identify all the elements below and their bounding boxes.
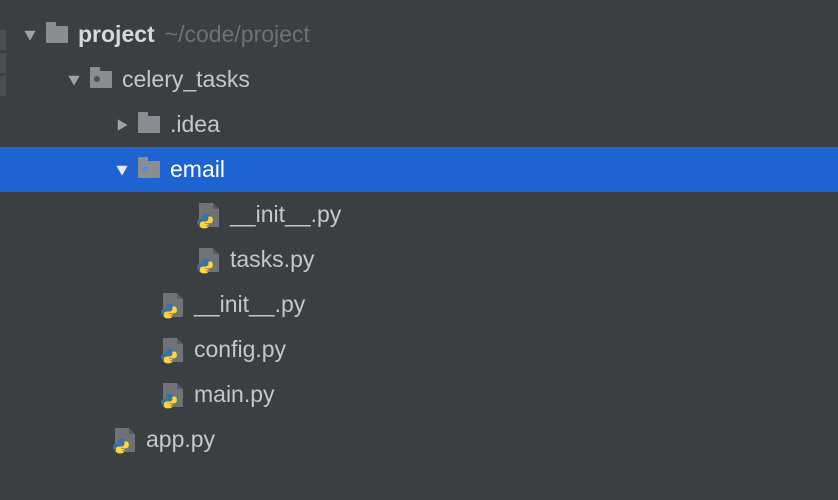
- python-file-icon: [194, 203, 224, 227]
- tree-item-app[interactable]: app.py: [0, 417, 838, 462]
- tree-item-email-tasks[interactable]: tasks.py: [0, 237, 838, 282]
- python-file-icon: [158, 338, 188, 362]
- python-file-icon: [158, 293, 188, 317]
- tree-item-label: celery_tasks: [122, 66, 250, 93]
- tree-item-label: email: [170, 156, 225, 183]
- tree-item-email-init[interactable]: __init__.py: [0, 192, 838, 237]
- tree-item-label: app.py: [146, 426, 215, 453]
- tree-item-celery-init[interactable]: __init__.py: [0, 282, 838, 327]
- gutter: [0, 30, 6, 99]
- tree-item-config[interactable]: config.py: [0, 327, 838, 372]
- tree-item-label: project: [78, 21, 155, 48]
- folder-icon: [134, 116, 164, 133]
- package-folder-icon: [134, 161, 164, 178]
- chevron-down-icon[interactable]: [18, 28, 42, 42]
- tree-item-label: __init__.py: [230, 201, 341, 228]
- tree-item-celery-tasks[interactable]: celery_tasks: [0, 57, 838, 102]
- project-tree: project ~/code/project celery_tasks .ide…: [0, 0, 838, 462]
- tree-item-label: __init__.py: [194, 291, 305, 318]
- tree-item-email[interactable]: email: [0, 147, 838, 192]
- python-file-icon: [194, 248, 224, 272]
- chevron-right-icon[interactable]: [110, 118, 134, 132]
- folder-icon: [42, 26, 72, 43]
- package-folder-icon: [86, 71, 116, 88]
- tree-item-path: ~/code/project: [165, 21, 310, 48]
- chevron-down-icon[interactable]: [62, 73, 86, 87]
- tree-item-idea[interactable]: .idea: [0, 102, 838, 147]
- python-file-icon: [110, 428, 140, 452]
- tree-item-project[interactable]: project ~/code/project: [0, 12, 838, 57]
- python-file-icon: [158, 383, 188, 407]
- tree-item-main[interactable]: main.py: [0, 372, 838, 417]
- tree-item-label: config.py: [194, 336, 286, 363]
- tree-item-label: .idea: [170, 111, 220, 138]
- tree-item-label: tasks.py: [230, 246, 314, 273]
- tree-item-label: main.py: [194, 381, 275, 408]
- chevron-down-icon[interactable]: [110, 163, 134, 177]
